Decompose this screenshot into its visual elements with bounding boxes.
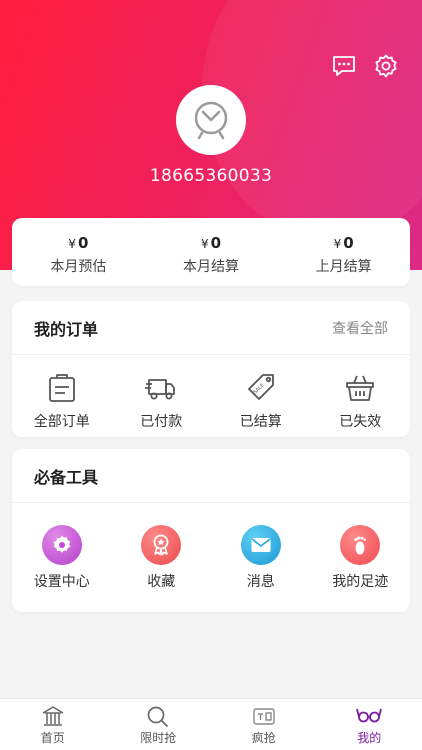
tab-label: 疯抢 bbox=[251, 731, 276, 745]
tool-label: 我的足迹 bbox=[332, 574, 389, 590]
tool-footprint-button[interactable]: 我的足迹 bbox=[311, 503, 411, 591]
home-icon bbox=[42, 706, 64, 726]
earnings-summary: ¥0 本月预估 ¥0 本月结算 ¥0 上月结算 bbox=[12, 218, 410, 286]
currency-symbol: ¥ bbox=[68, 237, 76, 251]
tool-favorites-button[interactable]: 收藏 bbox=[112, 503, 212, 591]
tab-home[interactable]: 首页 bbox=[0, 699, 106, 750]
order-expired-button[interactable]: 已失效 bbox=[311, 355, 411, 431]
message-icon[interactable] bbox=[330, 52, 358, 80]
sale-tag-icon: SALE bbox=[247, 374, 274, 400]
tool-messages-button[interactable]: 消息 bbox=[211, 503, 311, 591]
essential-tools-card: 必备工具 设置中心 收藏 消息 我的足迹 bbox=[12, 449, 410, 612]
phone-number: 18665360033 bbox=[149, 166, 273, 186]
order-settled-button[interactable]: SALE 已结算 bbox=[211, 355, 311, 431]
tab-flash-sale[interactable]: 限时抢 bbox=[106, 699, 212, 750]
currency-symbol: ¥ bbox=[333, 237, 342, 251]
profile-icon bbox=[356, 708, 383, 723]
stat-label: 本月结算 bbox=[183, 259, 239, 275]
flash-sale-icon bbox=[253, 708, 275, 725]
tool-settings-button[interactable]: 设置中心 bbox=[12, 503, 112, 591]
clipboard-icon bbox=[48, 374, 75, 402]
gear-icon[interactable] bbox=[372, 52, 400, 80]
tab-label: 限时抢 bbox=[140, 731, 177, 745]
basket-icon bbox=[346, 375, 375, 401]
orders-title: 我的订单 bbox=[34, 319, 99, 339]
favorite-ribbon-icon bbox=[141, 525, 182, 565]
avatar[interactable] bbox=[176, 85, 246, 155]
delivery-truck-icon bbox=[145, 379, 176, 400]
order-label: 全部订单 bbox=[33, 414, 90, 430]
footprint-icon bbox=[340, 525, 381, 565]
settings-gear-icon bbox=[41, 525, 82, 565]
stat-label: 上月结算 bbox=[315, 259, 372, 275]
tool-label: 消息 bbox=[246, 574, 275, 590]
stat-value: 0 bbox=[210, 234, 222, 252]
tab-label: 我的 bbox=[357, 731, 382, 745]
order-label: 已结算 bbox=[239, 414, 282, 430]
order-paid-button[interactable]: 已付款 bbox=[112, 355, 212, 431]
view-all-orders-link[interactable]: 查看全部 bbox=[332, 318, 388, 338]
currency-symbol: ¥ bbox=[200, 237, 209, 251]
search-icon bbox=[147, 706, 169, 727]
tab-crazy-deals[interactable]: 疯抢 bbox=[211, 699, 317, 750]
order-label: 已失效 bbox=[339, 414, 382, 430]
clock-avatar-icon bbox=[194, 101, 228, 140]
tool-label: 收藏 bbox=[147, 574, 176, 590]
tab-label: 首页 bbox=[40, 731, 65, 745]
stat-value: 0 bbox=[77, 234, 89, 252]
tools-title: 必备工具 bbox=[34, 467, 99, 487]
stat-label: 本月预估 bbox=[50, 259, 107, 275]
order-label: 已付款 bbox=[140, 414, 183, 430]
bottom-tab-bar: 首页 限时抢 疯抢 我的 bbox=[0, 698, 422, 750]
order-all-button[interactable]: 全部订单 bbox=[12, 355, 112, 431]
stat-this-month-settled[interactable]: ¥0 本月结算 bbox=[145, 218, 278, 286]
envelope-icon bbox=[240, 525, 281, 565]
tool-label: 设置中心 bbox=[33, 574, 90, 590]
tab-mine[interactable]: 我的 bbox=[317, 699, 422, 750]
stat-last-month-settled[interactable]: ¥0 上月结算 bbox=[277, 218, 410, 286]
stat-value: 0 bbox=[343, 234, 354, 252]
my-orders-card: 我的订单 查看全部 全部订单 已付款 SALE 已结算 已失效 bbox=[12, 301, 410, 437]
stat-this-month-estimate[interactable]: ¥0 本月预估 bbox=[12, 218, 145, 286]
